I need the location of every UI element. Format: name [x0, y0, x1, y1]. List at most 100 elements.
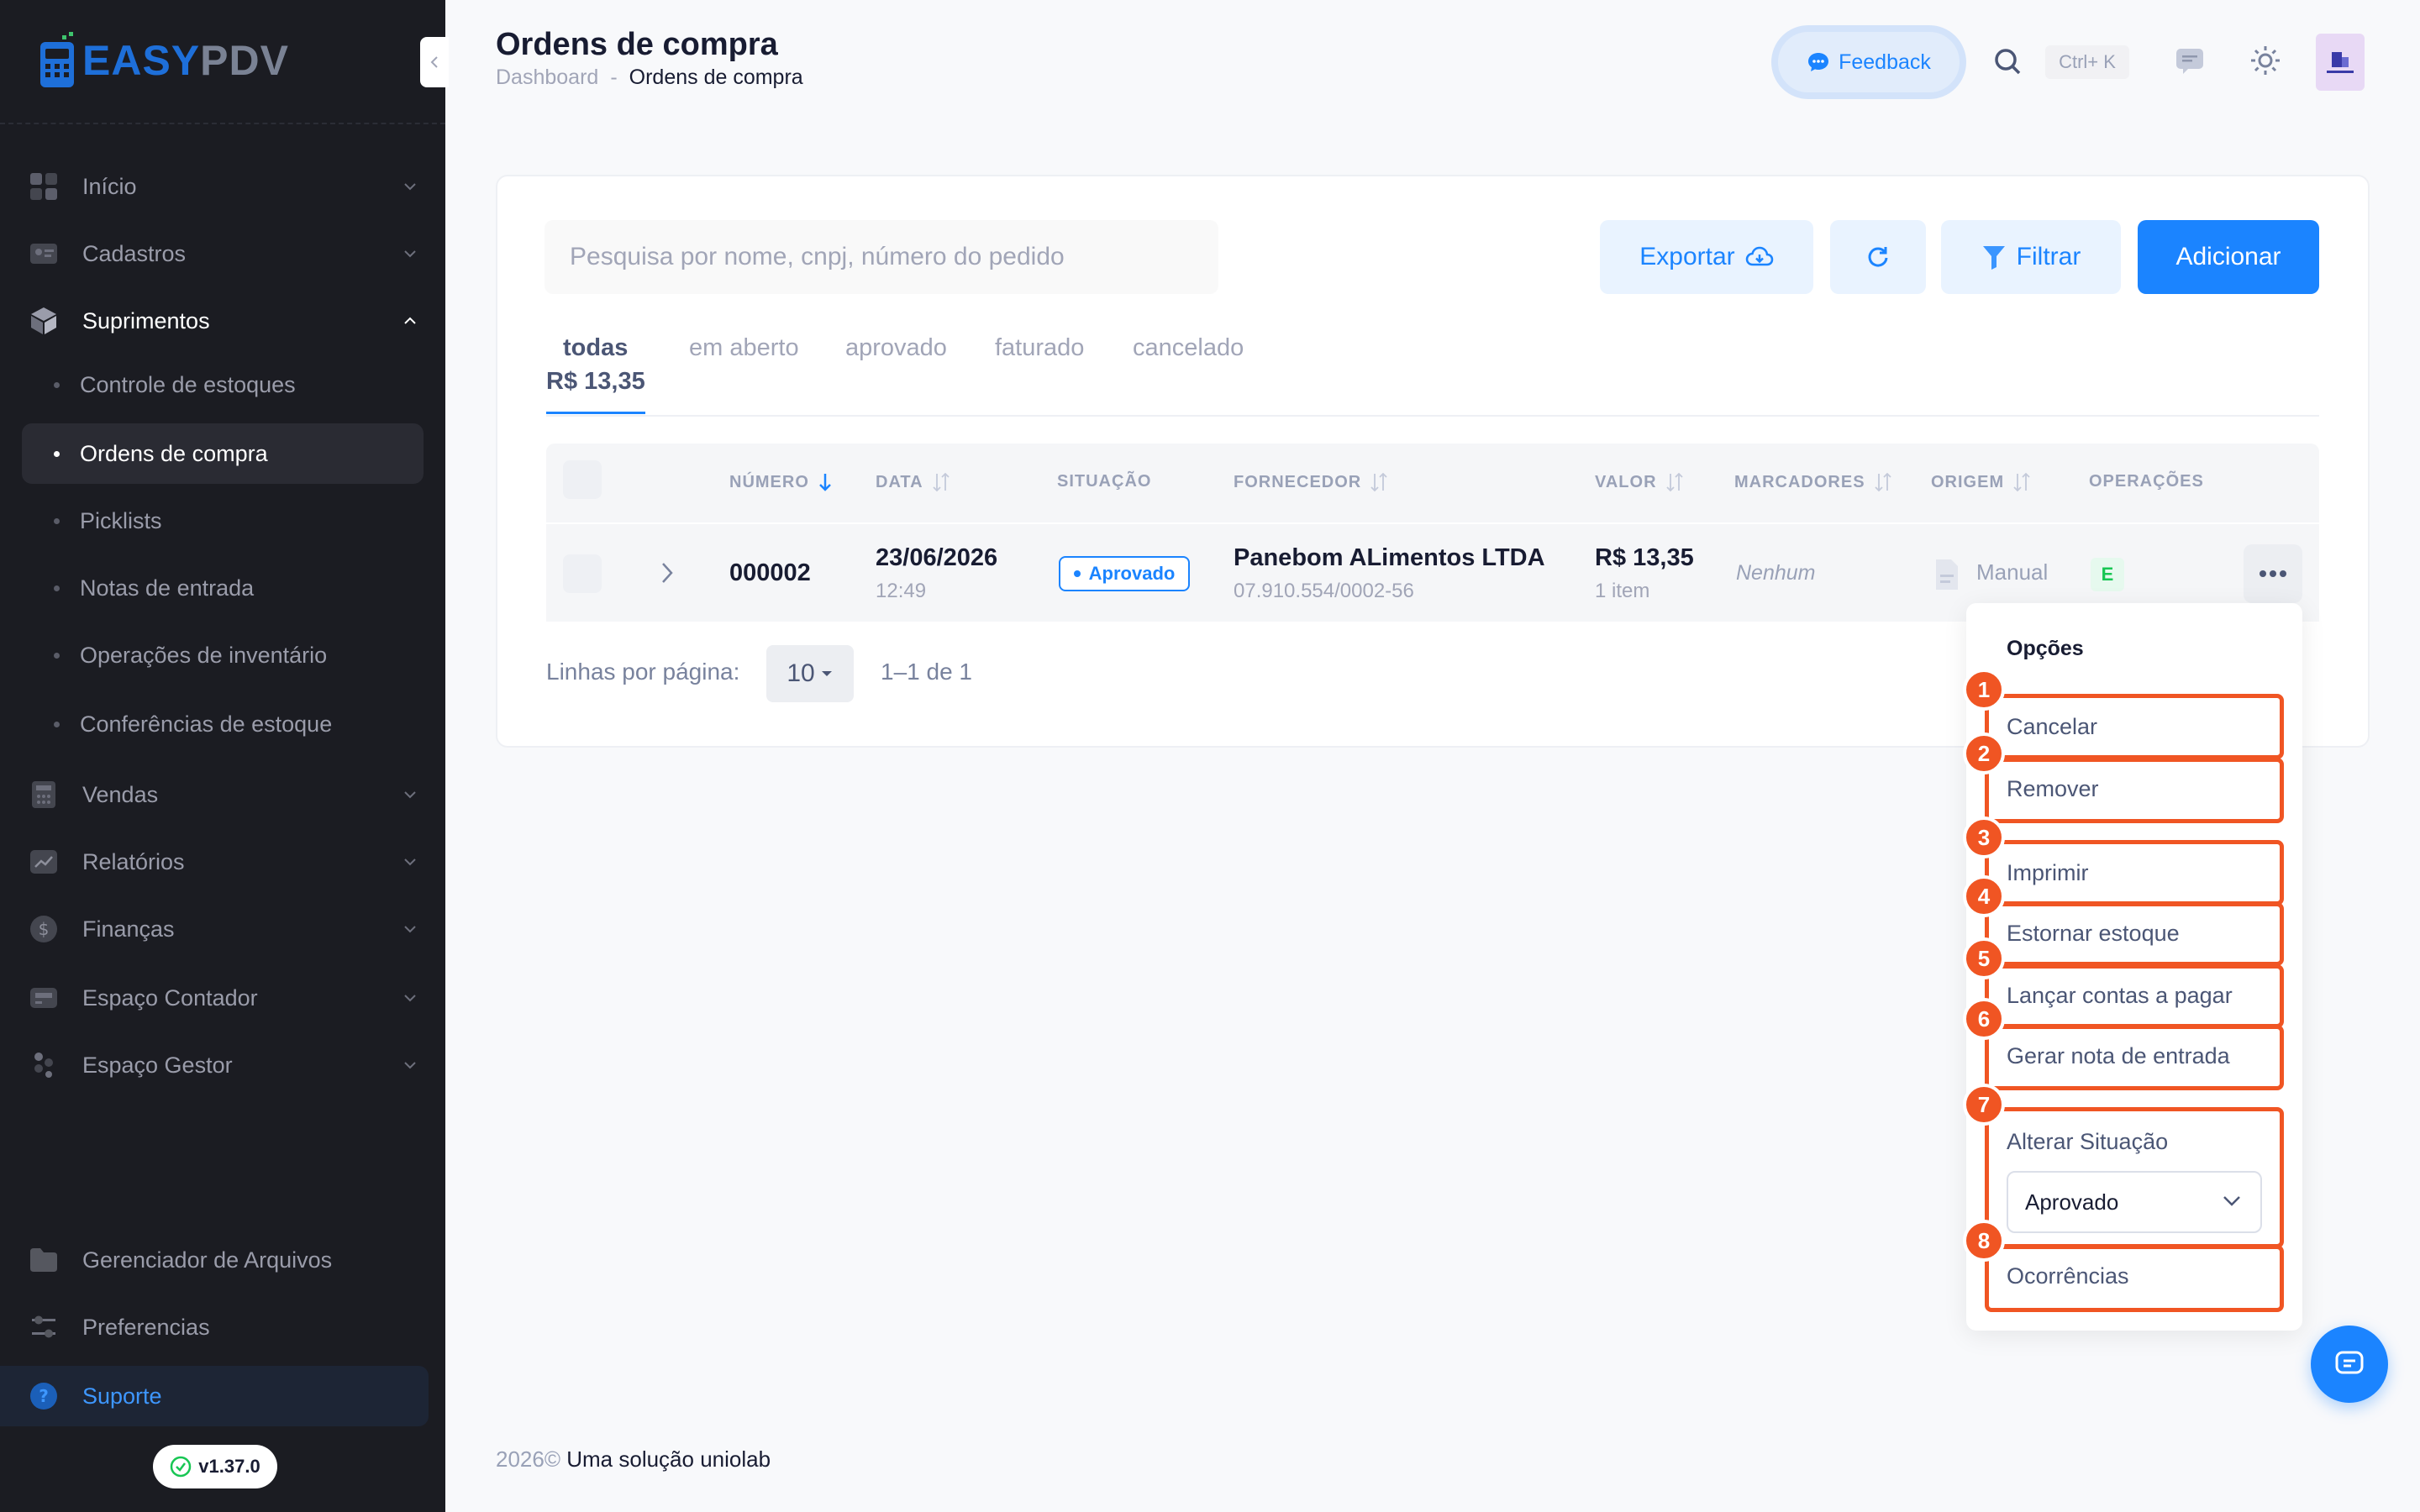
caret-down-icon: [821, 671, 832, 676]
bullet-icon: [54, 721, 60, 727]
menu-item-remover[interactable]: Remover: [2007, 776, 2099, 802]
column-fornecedor[interactable]: FORNECEDOR: [1234, 472, 1388, 492]
column-marcadores[interactable]: MARCADORES: [1734, 472, 1892, 492]
breadcrumb-dashboard[interactable]: Dashboard: [496, 66, 598, 90]
search-input[interactable]: [544, 220, 1218, 294]
footer-year: 2026©: [496, 1446, 560, 1472]
markers-value: Nenhum: [1736, 561, 1816, 585]
chevron-down-icon: [404, 858, 416, 866]
sidebar-subitem-picklists[interactable]: Picklists: [22, 491, 424, 551]
keyboard-shortcut-hint: Ctrl+ K: [2045, 45, 2129, 79]
menu-item-alterar-situacao-label: Alterar Situação: [2007, 1129, 2169, 1154]
sidebar-item-suprimentos[interactable]: Suprimentos: [22, 291, 424, 351]
more-horizontal-icon: [2260, 570, 2286, 577]
row-options-button[interactable]: [2244, 544, 2302, 603]
menu-item-lancar-contas[interactable]: Lançar contas a pagar: [2007, 983, 2233, 1009]
row-checkbox[interactable]: [563, 554, 602, 593]
tab-em-aberto[interactable]: em aberto: [689, 334, 799, 362]
column-situacao[interactable]: SITUAÇÃO: [1057, 472, 1151, 491]
tab-faturado[interactable]: faturado: [995, 334, 1084, 362]
sidebar-subitem-notas-entrada[interactable]: Notas de entrada: [22, 558, 424, 618]
help-icon: ?: [29, 1381, 59, 1411]
menu-item-ocorrencias[interactable]: Ocorrências: [2007, 1263, 2129, 1289]
column-origem[interactable]: ORIGEM: [1931, 472, 2031, 492]
annotation-marker: 4: [1963, 875, 2005, 917]
select-all-checkbox[interactable]: [563, 460, 602, 499]
sidebar-item-label: Suporte: [82, 1383, 162, 1409]
sidebar-item-label: Suprimentos: [82, 307, 210, 333]
menu-item-estornar-estoque[interactable]: Estornar estoque: [2007, 921, 2180, 947]
sidebar-item-suporte[interactable]: ? Suporte: [0, 1366, 429, 1426]
user-avatar[interactable]: [2316, 34, 2365, 91]
footer-text[interactable]: Uma solução uniolab: [566, 1446, 771, 1472]
sidebar-item-label: Preferencias: [82, 1314, 210, 1340]
operation-tag: E: [2091, 558, 2124, 591]
bullet-icon: [54, 450, 60, 457]
refresh-icon: [1868, 247, 1888, 267]
sidebar-item-gerenciador-arquivos[interactable]: Gerenciador de Arquivos: [22, 1230, 424, 1290]
annotation-marker: 6: [1963, 998, 2005, 1040]
chevron-down-icon: [404, 250, 416, 258]
menu-title: Opções: [2007, 637, 2084, 660]
brand-logo[interactable]: EASYPDV: [37, 30, 289, 91]
column-valor[interactable]: VALOR: [1595, 472, 1684, 492]
sidebar-subitem-ordens-compra[interactable]: Ordens de compra: [22, 423, 424, 484]
sidebar-subitem-conferencias-estoque[interactable]: Conferências de estoque: [22, 694, 424, 754]
filter-button[interactable]: Filtrar: [1941, 220, 2121, 294]
svg-text:$: $: [39, 919, 50, 939]
chat-widget-button[interactable]: [2311, 1326, 2388, 1403]
global-search-button[interactable]: [1991, 45, 2025, 79]
expand-row-button[interactable]: [659, 561, 676, 589]
export-button[interactable]: Exportar: [1600, 220, 1813, 294]
tab-cancelado[interactable]: cancelado: [1133, 334, 1244, 362]
tab-todas[interactable]: todas: [563, 334, 628, 362]
svg-text:?: ?: [39, 1386, 49, 1406]
status-badge-label: Aprovado: [1088, 563, 1176, 584]
sidebar-item-vendas[interactable]: Vendas: [22, 764, 424, 825]
menu-item-gerar-nota[interactable]: Gerar nota de entrada: [2007, 1043, 2230, 1069]
sidebar-item-label: Relatórios: [82, 848, 185, 874]
chevron-down-icon: [404, 791, 416, 799]
supplier-name: Panebom ALimentos LTDA: [1234, 544, 1545, 571]
order-number[interactable]: 000002: [729, 559, 811, 587]
sidebar-item-espaco-contador[interactable]: Espaço Contador: [22, 968, 424, 1028]
sidebar-item-cadastros[interactable]: Cadastros: [22, 223, 424, 284]
sidebar-subitem-label: Controle de estoques: [80, 371, 296, 397]
bullet-icon: [54, 381, 60, 388]
sidebar-item-financas[interactable]: $ Finanças: [22, 899, 424, 959]
search-icon: [1995, 49, 2021, 75]
column-numero[interactable]: NÚMERO: [729, 472, 833, 492]
tab-aprovado[interactable]: aprovado: [845, 334, 947, 362]
sidebar-item-inicio[interactable]: Início: [22, 156, 424, 217]
refresh-button[interactable]: [1830, 220, 1926, 294]
menu-item-imprimir[interactable]: Imprimir: [2007, 860, 2088, 886]
sidebar-item-preferencias[interactable]: Preferencias: [22, 1297, 424, 1357]
rows-per-page-select[interactable]: 10: [766, 645, 854, 702]
column-data[interactable]: DATA: [876, 472, 950, 492]
chevron-right-icon: [662, 563, 673, 583]
theme-toggle-button[interactable]: [2249, 44, 2282, 77]
sidebar-item-label: Finanças: [82, 916, 175, 942]
sidebar-subitem-label: Notas de entrada: [80, 575, 255, 601]
column-operacoes: OPERAÇÕES: [2089, 472, 2204, 491]
folder-icon: [29, 1245, 59, 1275]
sidebar-subitem-controle-estoques[interactable]: Controle de estoques: [22, 354, 424, 415]
annotation-marker: 8: [1963, 1220, 2005, 1262]
tab-todas-amount: R$ 13,35: [546, 368, 645, 395]
column-data-label: DATA: [876, 472, 923, 491]
sidebar-item-relatorios[interactable]: Relatórios: [22, 832, 424, 892]
feedback-button[interactable]: Feedback: [1771, 25, 1966, 99]
status-select[interactable]: Aprovado: [2007, 1171, 2262, 1233]
notifications-button[interactable]: [2173, 44, 2207, 77]
sidebar-collapse-button[interactable]: [420, 37, 449, 87]
pos-terminal-icon: [37, 30, 77, 91]
sidebar-item-espaco-gestor[interactable]: Espaço Gestor: [22, 1035, 424, 1095]
footer: 2026© Uma solução uniolab: [496, 1446, 771, 1473]
status-dot-icon: [1073, 570, 1081, 577]
bullet-icon: [54, 517, 60, 524]
id-card-icon: [29, 239, 59, 269]
breadcrumb-separator: -: [610, 66, 618, 89]
add-button[interactable]: Adicionar: [2138, 220, 2319, 294]
sidebar-subitem-operacoes-inventario[interactable]: Operações de inventário: [22, 625, 424, 685]
menu-item-cancelar[interactable]: Cancelar: [2007, 714, 2097, 740]
